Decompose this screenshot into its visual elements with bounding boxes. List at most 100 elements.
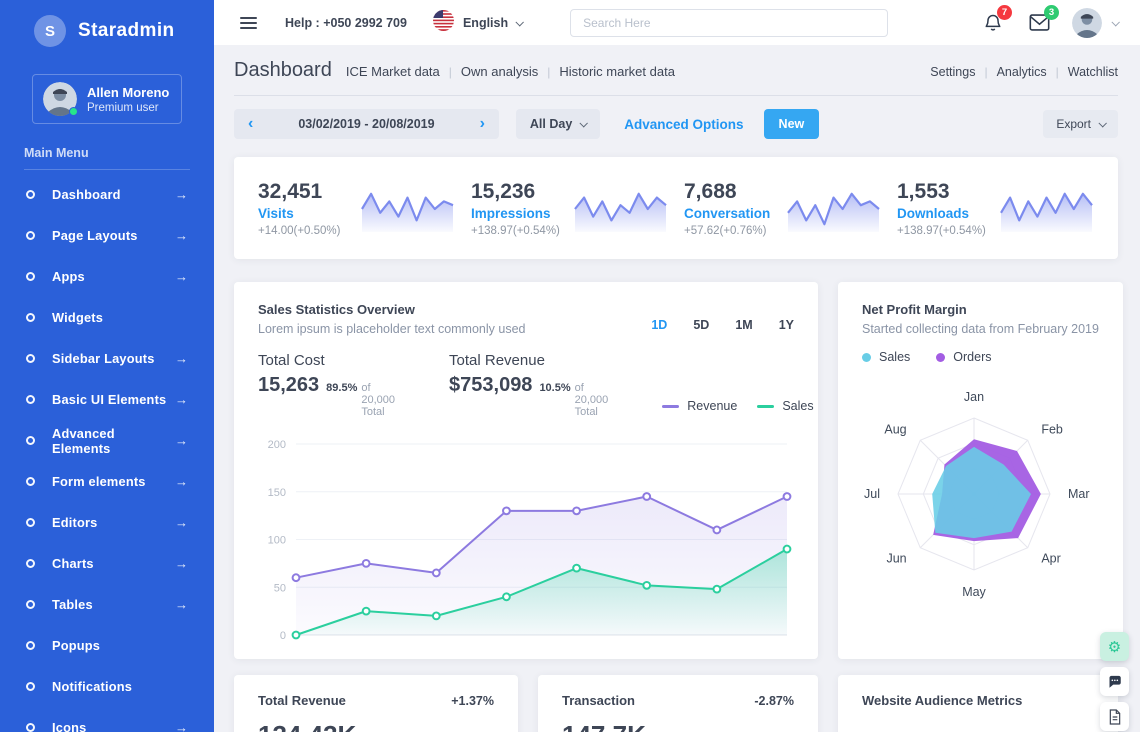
separator: |	[547, 65, 550, 79]
legend-sales[interactable]: Sales	[862, 350, 910, 364]
chevron-down-icon	[516, 18, 524, 26]
profile-card[interactable]: Allen Moreno Premium user	[32, 74, 182, 124]
sidebar-item-apps[interactable]: Apps→	[0, 256, 214, 297]
total-cost-value: 15,263	[258, 374, 319, 397]
sidebar-item-tables[interactable]: Tables→	[0, 584, 214, 625]
link-historic-market-data[interactable]: Historic market data	[559, 64, 675, 79]
circle-icon	[26, 682, 35, 691]
legend-sales[interactable]: Sales	[757, 399, 813, 413]
net-profit-radar-chart: JanFebMarAprMayJunJulAug	[862, 368, 1094, 620]
chat-fab-button[interactable]	[1100, 667, 1129, 696]
separator: |	[984, 65, 987, 79]
stat-label: Downloads	[897, 206, 986, 221]
chat-icon	[1107, 674, 1122, 689]
card-subtitle: Started collecting data from February 20…	[862, 322, 1099, 336]
brand-initial: S	[45, 23, 55, 40]
link-settings[interactable]: Settings	[930, 65, 975, 79]
sidebar-item-popups[interactable]: Popups→	[0, 625, 214, 666]
link-watchlist[interactable]: Watchlist	[1068, 65, 1118, 79]
stat-visits: 32,451 Visits +14.00(+0.50%)	[258, 180, 471, 237]
svg-text:150: 150	[268, 487, 286, 499]
top-navbar: Help : +050 2992 709 English 7 3	[214, 0, 1140, 45]
user-menu[interactable]	[1072, 8, 1118, 38]
arrow-right-icon: →	[175, 269, 188, 284]
chevron-down-icon	[1098, 119, 1106, 127]
tab-1d[interactable]: 1D	[651, 318, 667, 336]
search-input[interactable]	[570, 9, 888, 37]
sidebar-item-form-elements[interactable]: Form elements→	[0, 461, 214, 502]
stat-label: Impressions	[471, 206, 560, 221]
sidebar-item-editors[interactable]: Editors→	[0, 502, 214, 543]
card-title: Sales Statistics Overview	[258, 302, 525, 317]
us-flag-icon[interactable]	[433, 10, 454, 36]
page-header: Dashboard ICE Market data|Own analysis|H…	[234, 45, 1118, 96]
notification-count-badge: 7	[997, 5, 1012, 20]
legend-orders[interactable]: Orders	[936, 350, 991, 364]
sidebar-item-notifications[interactable]: Notifications→	[0, 666, 214, 707]
separator: |	[449, 65, 452, 79]
sidebar: S Staradmin Allen Moreno Premium user Ma…	[0, 0, 214, 732]
tab-5d[interactable]: 5D	[693, 318, 709, 336]
sidebar-item-sidebar-layouts[interactable]: Sidebar Layouts→	[0, 338, 214, 379]
settings-fab-button[interactable]: ⚙	[1100, 632, 1129, 661]
profile-role: Premium user	[87, 102, 169, 114]
export-dropdown[interactable]: Export	[1043, 110, 1118, 138]
sidebar-item-widgets[interactable]: Widgets→	[0, 297, 214, 338]
menu-toggle-icon[interactable]	[240, 14, 257, 32]
stat-delta: +14.00(+0.50%)	[258, 225, 340, 237]
sidebar-item-basic-ui-elements[interactable]: Basic UI Elements→	[0, 379, 214, 420]
advanced-options-link[interactable]: Advanced Options	[624, 117, 743, 132]
downloads-sparkline	[999, 182, 1094, 234]
range-tabs: 1D 5D 1M 1Y	[651, 302, 794, 336]
tab-1y[interactable]: 1Y	[779, 318, 794, 336]
arrow-right-icon: →	[175, 556, 188, 571]
line-chart-legend: Revenue Sales	[662, 399, 813, 418]
arrow-right-icon: →	[175, 474, 188, 489]
stat-impressions: 15,236 Impressions +138.97(+0.54%)	[471, 180, 684, 237]
arrow-right-icon: →	[175, 351, 188, 366]
visits-sparkline	[360, 182, 455, 234]
toolbar: ‹ 03/02/2019 - 20/08/2019 › All Day Adva…	[234, 109, 1118, 139]
arrow-right-icon: →	[175, 228, 188, 243]
tab-1m[interactable]: 1M	[735, 318, 752, 336]
all-day-dropdown[interactable]: All Day	[516, 109, 600, 139]
messages-button[interactable]: 3	[1029, 13, 1050, 32]
chevron-right-icon[interactable]: ›	[480, 116, 485, 132]
date-range-value: 03/02/2019 - 20/08/2019	[298, 117, 434, 131]
date-range-picker[interactable]: ‹ 03/02/2019 - 20/08/2019 ›	[234, 109, 499, 139]
new-button[interactable]: New	[764, 109, 820, 139]
profile-name: Allen Moreno	[87, 85, 169, 100]
orders-dot	[936, 353, 945, 362]
arrow-right-icon: →	[175, 187, 188, 202]
svg-text:May: May	[962, 585, 986, 599]
sidebar-item-advanced-elements[interactable]: Advanced Elements→	[0, 420, 214, 461]
brand-name: Staradmin	[78, 20, 175, 42]
help-phone: Help : +050 2992 709	[285, 16, 407, 30]
stat-conversation: 7,688 Conversation +57.62(+0.76%)	[684, 180, 897, 237]
stat-delta: +138.97(+0.54%)	[897, 225, 986, 237]
website-audience-metrics-card: Website Audience Metrics	[838, 675, 1118, 732]
sales-dot	[862, 353, 871, 362]
main-area: Help : +050 2992 709 English 7 3	[214, 0, 1140, 732]
sidebar-item-dashboard[interactable]: Dashboard→	[0, 174, 214, 215]
legend-revenue[interactable]: Revenue	[662, 399, 737, 413]
impressions-sparkline	[573, 182, 668, 234]
document-fab-button[interactable]	[1100, 702, 1129, 731]
circle-icon	[26, 477, 35, 486]
transaction-card: Transaction -2.87% 147.7K	[538, 675, 818, 732]
total-cost-block: Total Cost 15,263 89.5% of 20,000 Total	[258, 352, 395, 418]
sidebar-item-charts[interactable]: Charts→	[0, 543, 214, 584]
brand-logo-icon[interactable]: S	[34, 15, 66, 47]
link-analytics[interactable]: Analytics	[997, 65, 1047, 79]
svg-text:Jul: Jul	[864, 487, 880, 501]
sidebar-item-icons[interactable]: Icons→	[0, 707, 214, 732]
notifications-button[interactable]: 7	[983, 13, 1003, 33]
separator: |	[1056, 65, 1059, 79]
language-selector[interactable]: English	[463, 16, 522, 30]
document-icon	[1108, 709, 1122, 725]
link-ice-market-data[interactable]: ICE Market data	[346, 64, 440, 79]
svg-text:Jun: Jun	[886, 551, 906, 565]
chevron-left-icon[interactable]: ‹	[248, 116, 253, 132]
sidebar-item-page-layouts[interactable]: Page Layouts→	[0, 215, 214, 256]
link-own-analysis[interactable]: Own analysis	[461, 64, 538, 79]
